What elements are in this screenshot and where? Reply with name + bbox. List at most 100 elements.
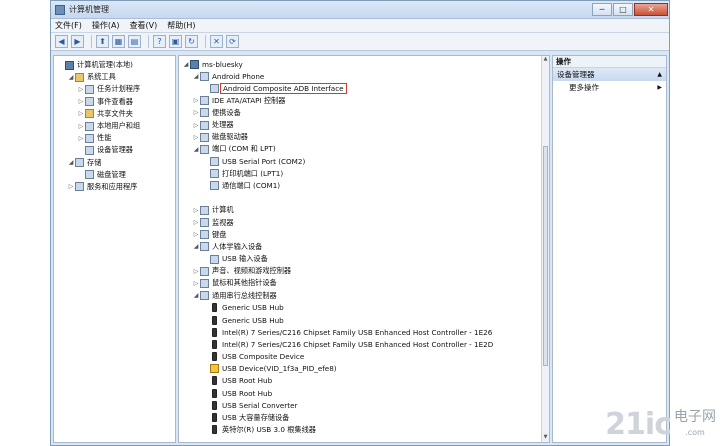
device-tree-item[interactable]: USB 大容量存储设备 [179,411,549,423]
expand-arrow-icon[interactable]: ▷ [77,110,85,117]
expand-arrow-icon[interactable]: ▷ [77,123,85,130]
device-tree-item[interactable]: 打印机端口 (LPT1) [179,168,549,180]
expand-arrow-icon[interactable]: ▷ [67,183,75,190]
show-hide-icon[interactable]: ▦ [112,35,125,48]
device-tree-label: 监视器 [212,217,234,227]
menu-file[interactable]: 文件(F) [55,20,82,31]
expand-arrow-icon[interactable]: ▷ [192,280,200,287]
collapse-up-icon[interactable]: ▲ [657,68,662,81]
device-tree-item[interactable]: ◢ Android Phone [179,70,549,82]
nav-tree-item[interactable]: ▷ 事件查看器 [54,96,175,108]
properties-icon[interactable]: ▤ [128,35,141,48]
device-tree-item[interactable]: ▷ IDE ATA/ATAPI 控制器 [179,95,549,107]
actions-device-manager[interactable]: 设备管理器 ▲ [553,68,666,81]
nav-tree-item[interactable]: ▷ 性能 [54,132,175,144]
forward-icon[interactable]: ▶ [71,35,84,48]
device-tree-item[interactable]: ▷ 计算机 [179,204,549,216]
device-tree-item[interactable]: ▷ 监视器 [179,216,549,228]
expand-arrow-icon[interactable]: ▷ [192,219,200,226]
expand-arrow-icon[interactable]: ▷ [77,86,85,93]
tree-icon[interactable]: ▣ [169,35,182,48]
device-tree-item[interactable]: USB Root Hub [179,375,549,387]
menu-view[interactable]: 查看(V) [130,20,158,31]
scroll-thumb[interactable] [543,146,548,366]
expand-arrow-icon[interactable]: ▷ [192,207,200,214]
scroll-up-icon[interactable]: ▲ [542,56,549,64]
expand-arrow-icon[interactable]: ▷ [192,134,200,141]
window-title: 计算机管理 [69,5,109,14]
device-tree-item[interactable]: Generic USB Hub [179,302,549,314]
nav-tree-label: 本地用户和组 [97,121,141,131]
nav-tree-item[interactable]: ▷ 任务计划程序 [54,83,175,95]
collapse-arrow-icon[interactable]: ◢ [182,61,190,68]
nav-tree-item[interactable]: ▷ 本地用户和组 [54,120,175,132]
device-tree-label: USB Serial Converter [222,400,298,410]
nav-tree-item[interactable]: 计算机管理(本地) [54,59,175,71]
device-tree-item[interactable]: ◢ 通用串行总线控制器 [179,290,549,302]
scroll-down-icon[interactable]: ▼ [542,434,549,442]
maximize-button[interactable]: □ [613,3,633,16]
device-tree-item[interactable]: ◢ 端口 (COM 和 LPT) [179,143,549,155]
watermark: 21ic 电子网 .com [605,407,716,442]
nav-tree-item[interactable]: ◢ 存储 [54,157,175,169]
device-tree-item[interactable]: USB Serial Converter [179,399,549,411]
help-icon[interactable]: ? [153,35,166,48]
up-icon[interactable]: ⬆ [96,35,109,48]
uninstall-icon[interactable]: ✕ [210,35,223,48]
device-tree-item[interactable]: ◢ ms-bluesky [179,58,549,70]
expand-arrow-icon[interactable]: ▷ [192,109,200,116]
device-tree-item[interactable]: ▷ 键盘 [179,229,549,241]
device-tree-item[interactable]: Intel(R) 7 Series/C216 Chipset Family US… [179,326,549,338]
toolbar-divider [91,35,92,48]
device-tree-item[interactable]: ▷ 声音、视频和游戏控制器 [179,265,549,277]
device-tree-item[interactable]: 英特尔(R) USB 3.0 根集线器 [179,424,549,436]
device-tree-scrollbar[interactable]: ▲ ▼ [541,56,549,442]
usb-connector-icon [212,339,217,349]
computer-icon [65,60,74,70]
device-tree-label: 便携设备 [212,107,241,117]
close-button[interactable]: ✕ [634,3,668,16]
device-tree-item[interactable]: USB Device(VID_1f3a_PID_efe8) [179,363,549,375]
nav-tree-label: 设备管理器 [97,145,133,155]
expand-arrow-icon[interactable]: ▷ [192,97,200,104]
nav-tree-item[interactable]: 磁盘管理 [54,169,175,181]
device-tree-item[interactable]: USB Serial Port (COM2) [179,156,549,168]
device-tree-item[interactable]: Generic USB Hub [179,314,549,326]
collapse-arrow-icon[interactable]: ◢ [192,243,200,250]
device-tree-item[interactable]: ▷ 处理器 [179,119,549,131]
device-tree-item[interactable]: ▷ 便携设备 [179,107,549,119]
device-tree-item[interactable] [179,192,549,204]
scan-icon[interactable]: ⟳ [226,35,239,48]
device-icon [210,157,219,167]
menu-help[interactable]: 帮助(H) [167,20,195,31]
expand-arrow-icon[interactable]: ▷ [192,268,200,275]
device-tree-item[interactable]: USB Root Hub [179,387,549,399]
device-tree-item[interactable]: USB 输入设备 [179,253,549,265]
device-tree-item[interactable]: ▷ 鼠标和其他指针设备 [179,277,549,289]
actions-more[interactable]: 更多操作 ▶ [553,81,666,94]
expand-arrow-icon[interactable]: ▷ [77,135,85,142]
device-tree-item[interactable]: 通信端口 (COM1) [179,180,549,192]
device-tree-item[interactable]: ◢ 人体学输入设备 [179,241,549,253]
nav-tree-item[interactable]: ▷ 共享文件夹 [54,108,175,120]
collapse-arrow-icon[interactable]: ◢ [67,159,75,166]
collapse-arrow-icon[interactable]: ◢ [192,292,200,299]
nav-tree-item[interactable]: ◢ 系统工具 [54,71,175,83]
expand-arrow-icon[interactable]: ▷ [192,122,200,129]
minimize-button[interactable]: ─ [592,3,612,16]
collapse-arrow-icon[interactable]: ◢ [67,74,75,81]
expand-arrow-icon[interactable]: ▷ [77,98,85,105]
update-driver-icon[interactable]: ↻ [185,35,198,48]
device-tree-label: 计算机 [212,205,234,215]
nav-tree-item[interactable]: ▷ 服务和应用程序 [54,181,175,193]
expand-arrow-icon[interactable]: ▷ [192,231,200,238]
device-tree-item[interactable]: ▷ 磁盘驱动器 [179,131,549,143]
device-tree-item[interactable]: USB Composite Device [179,351,549,363]
device-tree-item[interactable]: Intel(R) 7 Series/C216 Chipset Family US… [179,338,549,350]
menu-action[interactable]: 操作(A) [92,20,120,31]
collapse-arrow-icon[interactable]: ◢ [192,73,200,80]
device-tree-item[interactable]: Android Composite ADB Interface [179,82,549,94]
nav-tree-item[interactable]: 设备管理器 [54,144,175,156]
collapse-arrow-icon[interactable]: ◢ [192,146,200,153]
back-icon[interactable]: ◀ [55,35,68,48]
